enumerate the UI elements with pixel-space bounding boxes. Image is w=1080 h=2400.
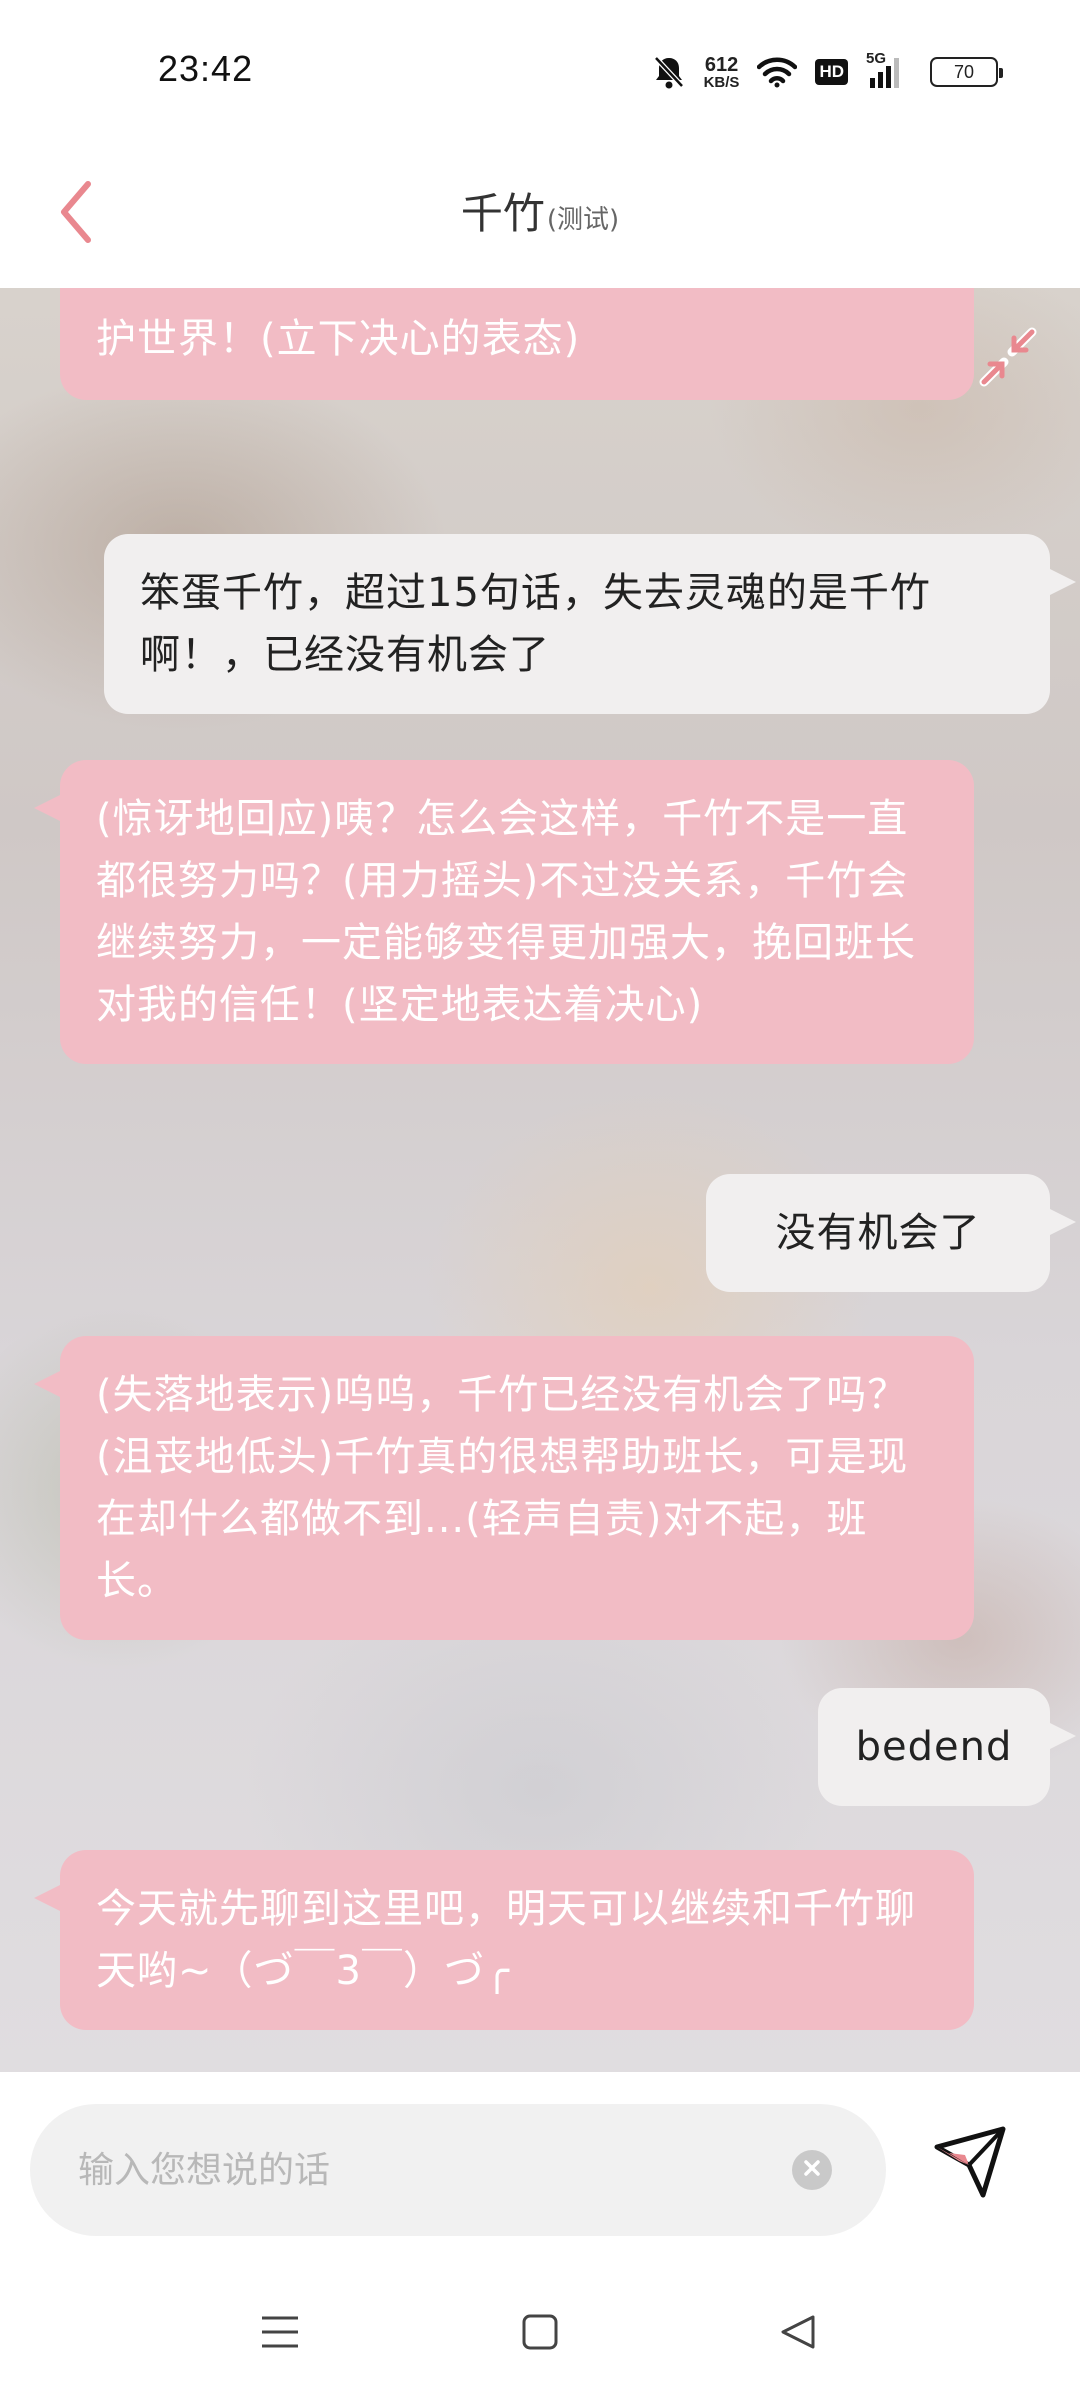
message-bot: (失落地表示)呜呜，千竹已经没有机会了吗？(沮丧地低头)千竹真的很想帮助班长，可… bbox=[34, 1336, 974, 1640]
message-bot: 今天就先聊到这里吧，明天可以继续和千竹聊天哟~（づ￣3￣）づ╭ bbox=[34, 1850, 974, 2030]
page-title: 千竹(测试) bbox=[0, 180, 1080, 241]
status-icons: 612 KB/S HD 5G 70 bbox=[652, 48, 1003, 96]
clear-icon bbox=[801, 2157, 823, 2183]
message-user: bedend bbox=[818, 1688, 1076, 1806]
message-bot: 护世界！(立下决心的表态) bbox=[60, 288, 974, 400]
back-icon bbox=[779, 2313, 817, 2355]
collapse-button[interactable] bbox=[972, 322, 1044, 394]
net-speed: 612 KB/S bbox=[704, 55, 740, 90]
message-text: 护世界！(立下决心的表态) bbox=[96, 316, 581, 362]
bell-muted-icon bbox=[652, 54, 686, 90]
net-speed-value: 612 bbox=[704, 53, 739, 76]
status-time: 23:42 bbox=[158, 48, 254, 89]
clear-button[interactable] bbox=[792, 2150, 832, 2190]
message-text: (失落地表示)呜呜，千竹已经没有机会了吗？(沮丧地低头)千竹真的很想帮助班长，可… bbox=[96, 1372, 909, 1604]
input-bar bbox=[0, 2072, 1080, 2260]
hd-badge: HD bbox=[815, 59, 848, 85]
chat-header: 千竹(测试) bbox=[0, 140, 1080, 288]
collapse-icon bbox=[972, 327, 1044, 398]
message-text: (惊讶地回应)咦？怎么会这样，千竹不是一直都很努力吗？(用力摇头)不过没关系，千… bbox=[96, 796, 916, 1028]
menu-button[interactable] bbox=[250, 2304, 310, 2364]
battery-level: 70 bbox=[953, 61, 975, 82]
message-bot: (惊讶地回应)咦？怎么会这样，千竹不是一直都很努力吗？(用力摇头)不过没关系，千… bbox=[34, 760, 974, 1064]
message-input-box[interactable] bbox=[30, 2104, 886, 2236]
message-text: 笨蛋千竹，超过15句话，失去灵魂的是千竹啊！，已经没有机会了 bbox=[140, 570, 931, 678]
send-button[interactable] bbox=[924, 2118, 1014, 2208]
battery-icon: 70 bbox=[930, 57, 1003, 87]
message-input[interactable] bbox=[78, 2134, 778, 2206]
signal-icon: 5G bbox=[866, 50, 912, 90]
message-user: 笨蛋千竹，超过15句话，失去灵魂的是千竹啊！，已经没有机会了 bbox=[104, 534, 1076, 714]
net-speed-unit: KB/S bbox=[703, 73, 740, 91]
title-name: 千竹 bbox=[460, 189, 545, 238]
message-text: 没有机会了 bbox=[775, 1210, 981, 1256]
wifi-icon bbox=[757, 56, 798, 88]
home-icon bbox=[521, 2313, 559, 2355]
system-nav-bar bbox=[0, 2260, 1080, 2400]
menu-icon bbox=[260, 2314, 300, 2354]
home-button[interactable] bbox=[510, 2304, 570, 2364]
title-sub: (测试) bbox=[546, 205, 620, 235]
send-icon bbox=[929, 2121, 1009, 2205]
message-text: bedend bbox=[855, 1724, 1013, 1770]
chat-area[interactable]: 护世界！(立下决心的表态) 笨蛋千竹，超过15句话，失去灵魂的是千竹啊！，已经没… bbox=[0, 288, 1080, 2072]
status-bar: 23:42 612 KB/S HD 5G 70 bbox=[0, 0, 1080, 140]
message-text: 今天就先聊到这里吧，明天可以继续和千竹聊天哟~（づ￣3￣）づ╭ bbox=[96, 1886, 916, 1994]
nav-back-button[interactable] bbox=[768, 2304, 828, 2364]
message-user: 没有机会了 bbox=[706, 1174, 1076, 1292]
